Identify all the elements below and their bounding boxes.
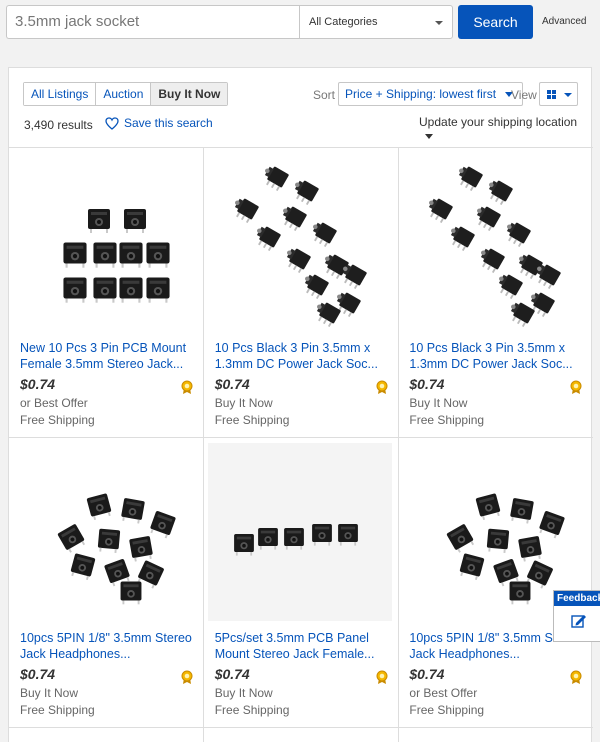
product-image[interactable] — [208, 153, 392, 331]
advanced-search-link[interactable]: Advanced — [542, 16, 586, 27]
save-search-label: Save this search — [124, 116, 213, 130]
listing-price: $0.74 — [409, 666, 445, 682]
category-select[interactable]: All Categories — [299, 5, 453, 39]
listing-shipping: Free Shipping — [409, 413, 485, 427]
feedback-label: Feedback — [554, 591, 600, 606]
listing-shipping: Free Shipping — [214, 413, 290, 427]
listing-title-link[interactable]: 10 Pcs Black 3 Pin 3.5mm x 1.3mm DC Powe… — [215, 340, 390, 372]
sort-select-value: Price + Shipping: lowest first — [345, 87, 497, 101]
save-search-link[interactable]: Save this search — [105, 116, 213, 130]
listing-format: or Best Offer — [20, 396, 88, 410]
listing-title-link[interactable]: 10pcs 5PIN 1/8" 3.5mm Stereo Jack Headph… — [20, 630, 195, 662]
results-count: 3,490 results — [24, 118, 93, 132]
listing-price: $0.74 — [409, 376, 445, 392]
top-rated-badge — [570, 670, 582, 690]
product-image[interactable] — [207, 443, 392, 621]
search-button[interactable]: Search — [458, 5, 533, 39]
search-input[interactable]: 3.5mm jack socket — [6, 5, 301, 39]
tab-auction[interactable]: Auction — [96, 83, 152, 105]
listing-card[interactable]: 5Pcs/set 3.5mm PCB Panel Mount Stereo Ja… — [204, 437, 398, 727]
listing-format: Buy It Now — [20, 686, 79, 700]
listing-format: Buy It Now — [214, 396, 273, 410]
sort-label: Sort — [313, 88, 336, 102]
grid-view-icon — [547, 90, 572, 99]
listing-price: $0.74 — [20, 376, 56, 392]
listing-title-link[interactable]: 10 Pcs Black 3 Pin 3.5mm x 1.3mm DC Powe… — [409, 340, 584, 372]
results-panel: All Listings Auction Buy It Now 3,490 re… — [8, 67, 593, 742]
tab-buy-it-now[interactable]: Buy It Now — [151, 83, 228, 105]
listing-format: or Best Offer — [409, 686, 478, 700]
shipping-location-label: Update your shipping location — [419, 115, 578, 129]
top-rated-badge — [570, 380, 582, 400]
listing-shipping: Free Shipping — [409, 703, 485, 717]
listing-format: Buy It Now — [214, 686, 273, 700]
chevron-down-icon — [435, 21, 443, 25]
listing-title-link[interactable]: New 10 Pcs 3 Pin PCB Mount Female 3.5mm … — [20, 340, 195, 372]
listing-shipping: Free Shipping — [20, 413, 95, 427]
listing-card[interactable]: New 10 Pcs 3 Pin PCB Mount Female 3.5mm … — [9, 147, 203, 437]
tab-all-listings[interactable]: All Listings — [24, 83, 97, 105]
listing-card[interactable]: 10 Pcs Black 3 Pin 3.5mm x 1.3mm DC Powe… — [398, 147, 592, 437]
chevron-down-icon — [425, 134, 433, 140]
listing-card[interactable]: 10pcs 5PIN 1/8" 3.5mm Stereo Jack Headph… — [9, 437, 203, 727]
top-rated-badge — [376, 670, 388, 690]
top-rated-badge-icon — [570, 670, 582, 684]
top-rated-badge-icon — [181, 380, 193, 394]
view-select[interactable] — [539, 82, 578, 106]
listing-card[interactable]: 10pcs 5PIN 1/8" 3.5mm Stereo Jack Headph… — [398, 437, 592, 727]
grid-divider — [9, 727, 593, 728]
sort-select[interactable]: Price + Shipping: lowest first — [338, 82, 524, 106]
feedback-widget[interactable]: Feedback — [553, 590, 600, 642]
top-rated-badge-icon — [376, 670, 388, 684]
top-rated-badge — [181, 670, 193, 690]
listing-shipping: Free Shipping — [214, 703, 290, 717]
product-image[interactable] — [13, 153, 197, 331]
listing-format: Buy It Now — [409, 396, 468, 410]
listing-price: $0.74 — [20, 666, 56, 682]
edit-icon — [571, 615, 586, 628]
product-image[interactable] — [13, 443, 197, 621]
listing-type-tabs: All Listings Auction Buy It Now — [23, 82, 229, 106]
listing-price: $0.74 — [214, 376, 250, 392]
top-rated-badge-icon — [570, 380, 582, 394]
top-rated-badge — [181, 380, 193, 400]
top-rated-badge — [376, 380, 388, 400]
listing-price: $0.74 — [214, 666, 250, 682]
top-rated-badge-icon — [376, 380, 388, 394]
heart-icon — [105, 116, 119, 130]
listing-card[interactable]: 10 Pcs Black 3 Pin 3.5mm x 1.3mm DC Powe… — [204, 147, 398, 437]
top-rated-badge-icon — [181, 670, 193, 684]
product-image[interactable] — [402, 153, 586, 331]
update-shipping-location[interactable]: Update your shipping location — [419, 115, 591, 143]
listing-title-link[interactable]: 5Pcs/set 3.5mm PCB Panel Mount Stereo Ja… — [215, 630, 390, 662]
category-select-value: All Categories — [309, 16, 378, 28]
view-label: View — [511, 88, 537, 102]
listing-shipping: Free Shipping — [20, 703, 95, 717]
